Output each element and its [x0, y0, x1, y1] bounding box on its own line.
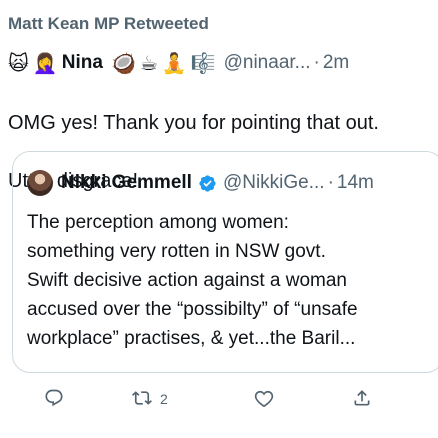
emoji-5: 🧘 [161, 52, 187, 75]
quoted-text-line-1: The perception among women: [27, 212, 289, 233]
quoted-text-line-4: accused over the “possibilty” of “unsafe [27, 299, 358, 320]
quoted-text-line-5: workplace” practises, & yet...the Baril.… [27, 328, 356, 349]
avatar[interactable] [27, 170, 53, 196]
quoted-author-handle[interactable]: @NikkiGe... [223, 172, 325, 194]
reply-button[interactable] [44, 386, 64, 412]
separator-dot: · [313, 52, 320, 73]
quoted-tweet[interactable]: Nikki Gemmell @NikkiGe... · 14m The perc… [12, 151, 438, 373]
tweet-actions: 2 [0, 386, 438, 412]
retweet-count: 2 [160, 391, 168, 407]
retweeted-by-label[interactable]: Matt Kean MP Retweeted [8, 14, 209, 34]
emoji-4: ☕ [139, 52, 158, 75]
tweet-time[interactable]: 2m [323, 52, 349, 74]
retweet-icon [132, 388, 152, 411]
quoted-separator-dot: · [327, 172, 334, 193]
author-name[interactable]: Nina [62, 52, 103, 74]
quoted-text-line-3: Swift decisive action against a woman [27, 270, 347, 291]
retweet-button[interactable]: 2 [132, 386, 168, 412]
emoji-1: 🙀 [8, 52, 29, 75]
quoted-text-line-2: something very rotten in NSW govt. [27, 241, 326, 262]
quoted-author-name[interactable]: Nikki Gemmell [61, 172, 192, 194]
quoted-tweet-header: Nikki Gemmell @NikkiGe... · 14m [27, 168, 438, 198]
emoji-2: 🤦‍♀️ [32, 52, 58, 75]
tweet-text-line-1: OMG yes! Thank you for pointing that out… [8, 112, 379, 134]
share-button[interactable] [352, 386, 372, 412]
heart-icon [254, 388, 274, 411]
reply-icon [44, 388, 64, 411]
author-handle[interactable]: @ninaar... [224, 52, 311, 74]
share-icon [352, 388, 372, 411]
quoted-tweet-text: The perception among women: something ve… [27, 208, 438, 353]
emoji-3: 🥥 [110, 52, 136, 75]
like-button[interactable] [254, 386, 274, 412]
emoji-6: 🎼 [190, 52, 216, 75]
quoted-tweet-time[interactable]: 14m [337, 172, 374, 194]
verified-badge-icon [198, 174, 217, 193]
tweet-header: 🙀 🤦‍♀️ Nina 🥥 ☕ 🧘 🎼 @ninaar... · 2m [8, 48, 432, 78]
